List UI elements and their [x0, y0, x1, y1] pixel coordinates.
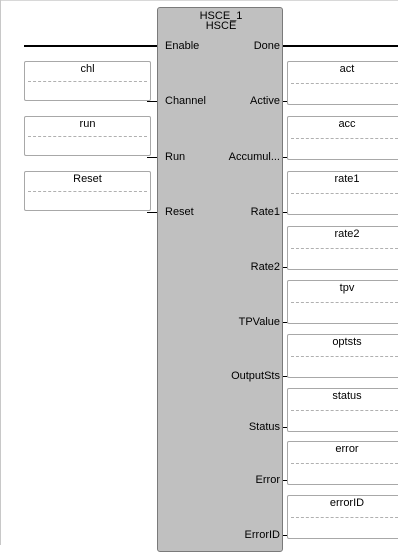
- value-separator: [291, 193, 398, 194]
- variable-name: tpv: [339, 282, 355, 294]
- pin-reset[interactable]: Reset: [165, 206, 194, 218]
- top-border: [0, 0, 398, 1]
- variable-name: rate2: [334, 228, 360, 240]
- block-type-name: HSCE: [205, 20, 237, 32]
- value-separator: [291, 302, 398, 303]
- pin-status[interactable]: Status: [249, 421, 280, 433]
- rung-line-right: [283, 45, 398, 47]
- value-separator: [28, 191, 147, 192]
- pin-outputsts[interactable]: OutputSts: [231, 370, 280, 382]
- value-separator: [28, 81, 147, 82]
- variable-name: chl: [80, 63, 95, 75]
- pin-accumulated[interactable]: Accumul...: [229, 151, 280, 163]
- value-separator: [291, 517, 398, 518]
- input-variable-reset[interactable]: Reset: [24, 171, 151, 211]
- variable-name: act: [339, 63, 355, 75]
- input-variable-run[interactable]: run: [24, 116, 151, 156]
- output-variable-outputsts[interactable]: optsts: [287, 334, 398, 378]
- pin-enable[interactable]: Enable: [165, 40, 199, 52]
- value-separator: [291, 248, 398, 249]
- rung-line-left: [24, 45, 157, 47]
- variable-name: run: [79, 118, 96, 130]
- value-separator: [291, 463, 398, 464]
- output-variable-accumulated[interactable]: acc: [287, 116, 398, 160]
- variable-name: error: [335, 443, 359, 455]
- output-variable-rate1[interactable]: rate1: [287, 171, 398, 215]
- value-separator: [28, 136, 147, 137]
- value-separator: [291, 356, 398, 357]
- pin-active[interactable]: Active: [250, 95, 280, 107]
- pin-error[interactable]: Error: [256, 474, 280, 486]
- wire-reset: [147, 212, 157, 213]
- value-separator: [291, 83, 398, 84]
- pin-rate2[interactable]: Rate2: [251, 261, 280, 273]
- pin-errorid[interactable]: ErrorID: [245, 529, 280, 541]
- output-variable-active[interactable]: act: [287, 61, 398, 105]
- pin-tpvalue[interactable]: TPValue: [239, 316, 280, 328]
- wire-run: [147, 157, 157, 158]
- pin-rate1[interactable]: Rate1: [251, 206, 280, 218]
- variable-name: errorID: [329, 497, 365, 509]
- pin-run[interactable]: Run: [165, 151, 185, 163]
- variable-name: acc: [338, 118, 356, 130]
- output-variable-error[interactable]: error: [287, 441, 398, 485]
- value-separator: [291, 138, 398, 139]
- function-block-hsce[interactable]: HSCE_1 HSCE: [157, 7, 283, 552]
- variable-name: Reset: [73, 173, 102, 185]
- variable-name: status: [332, 390, 362, 402]
- input-variable-channel[interactable]: chl: [24, 61, 151, 101]
- value-separator: [291, 410, 398, 411]
- output-variable-tpvalue[interactable]: tpv: [287, 280, 398, 324]
- wire-channel: [147, 101, 157, 102]
- variable-name: rate1: [334, 173, 360, 185]
- pin-channel[interactable]: Channel: [165, 95, 206, 107]
- left-power-rail: [0, 0, 1, 545]
- output-variable-errorid[interactable]: errorID: [287, 495, 398, 539]
- output-variable-status[interactable]: status: [287, 388, 398, 432]
- variable-name: optsts: [332, 336, 362, 348]
- pin-done[interactable]: Done: [254, 40, 280, 52]
- output-variable-rate2[interactable]: rate2: [287, 226, 398, 270]
